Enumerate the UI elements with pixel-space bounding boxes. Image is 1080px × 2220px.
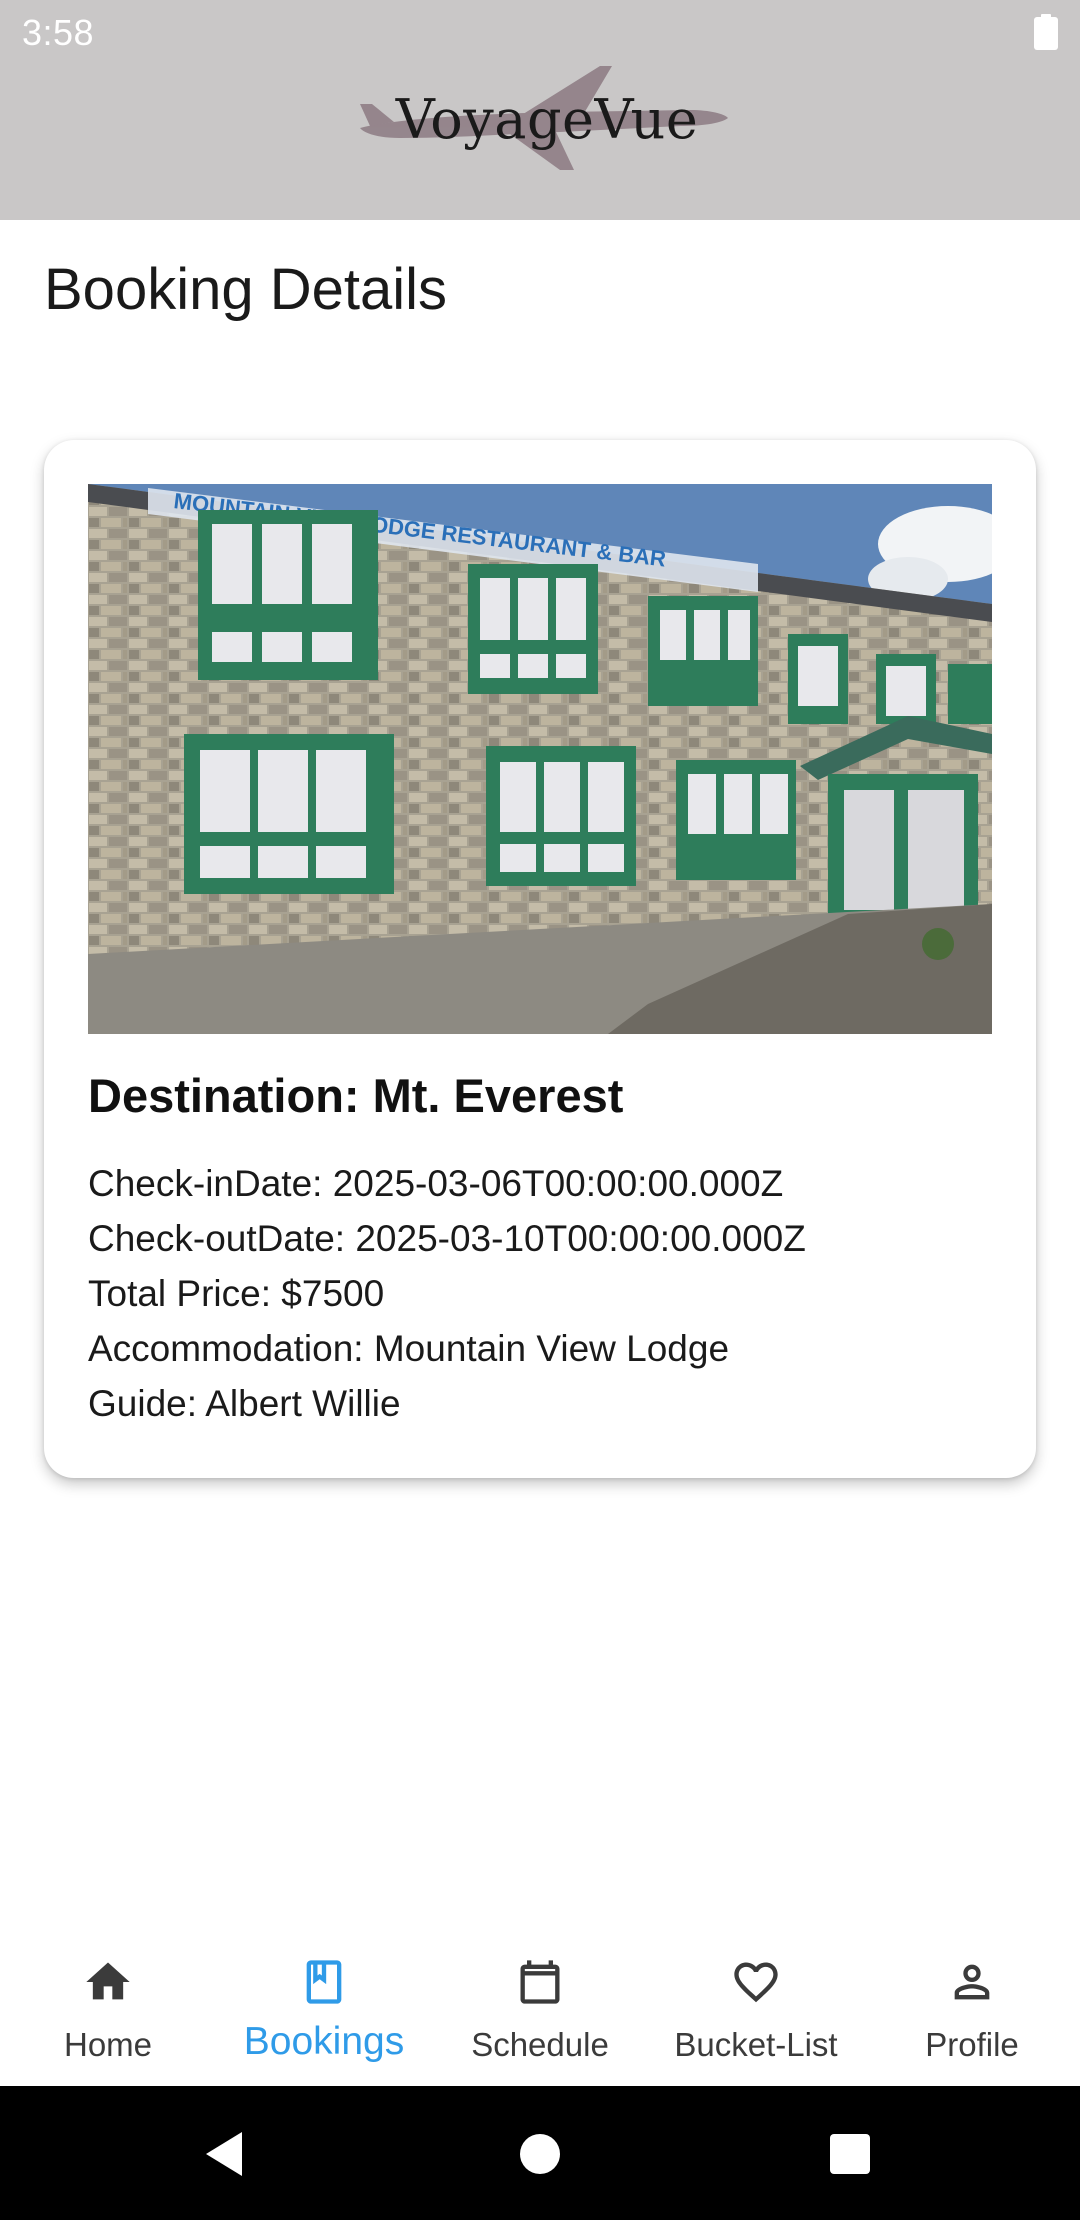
nav-item-profile[interactable]: Profile [864, 1926, 1080, 2086]
nav-label-bookings: Bookings [243, 2020, 405, 2063]
nav-label-home: Home [63, 2026, 153, 2063]
back-triangle-icon[interactable] [196, 2126, 252, 2182]
nav-item-home[interactable]: Home [0, 1926, 216, 2086]
check-in-date: Check-inDate: 2025-03-06T00:00:00.000Z [88, 1163, 784, 1204]
lodge-photo: MOUNTAIN VIEW LODGE RESTAURANT & BAR [88, 484, 992, 1034]
heart-icon [734, 1962, 778, 2003]
bookmark-icon [306, 1960, 342, 2004]
booking-detail-list: Check-inDate: 2025-03-06T00:00:00.000Z C… [88, 1156, 806, 1431]
booking-details-screen: 3:58 VoyageVue Booking Details MOUNTAIN … [0, 0, 1080, 2220]
nav-item-bookings[interactable]: Bookings [216, 1926, 432, 2086]
battery-full-icon [1034, 14, 1058, 50]
page-title: Booking Details [44, 257, 447, 322]
destination-title: Destination: Mt. Everest [88, 1069, 624, 1122]
recents-square-icon[interactable] [828, 2132, 872, 2176]
app-header: 3:58 VoyageVue [0, 0, 1080, 220]
nav-label-profile: Profile [925, 2026, 1019, 2063]
status-time: 3:58 [22, 12, 95, 53]
accommodation: Accommodation: Mountain View Lodge [88, 1328, 730, 1369]
logo-text: VoyageVue [395, 88, 699, 151]
booking-card[interactable]: MOUNTAIN VIEW LODGE RESTAURANT & BAR Des… [44, 440, 1036, 1478]
system-navigation-bar [0, 2086, 1080, 2220]
calendar-icon [520, 1960, 560, 2004]
home-icon [86, 1962, 130, 2000]
home-circle-icon[interactable] [518, 2132, 562, 2176]
bottom-navigation: Home Bookings Schedule Bucket-List Profi… [0, 1926, 1080, 2086]
nav-label-bucket-list: Bucket-List [674, 2026, 838, 2063]
total-price: Total Price: $7500 [88, 1273, 385, 1314]
app-logo[interactable]: VoyageVue [360, 60, 730, 180]
person-icon [954, 1964, 990, 2000]
check-out-date: Check-outDate: 2025-03-10T00:00:00.000Z [88, 1218, 806, 1259]
guide: Guide: Albert Willie [88, 1383, 401, 1424]
nav-item-bucket-list[interactable]: Bucket-List [648, 1926, 864, 2086]
nav-item-schedule[interactable]: Schedule [432, 1926, 648, 2086]
nav-label-schedule: Schedule [471, 2026, 609, 2063]
